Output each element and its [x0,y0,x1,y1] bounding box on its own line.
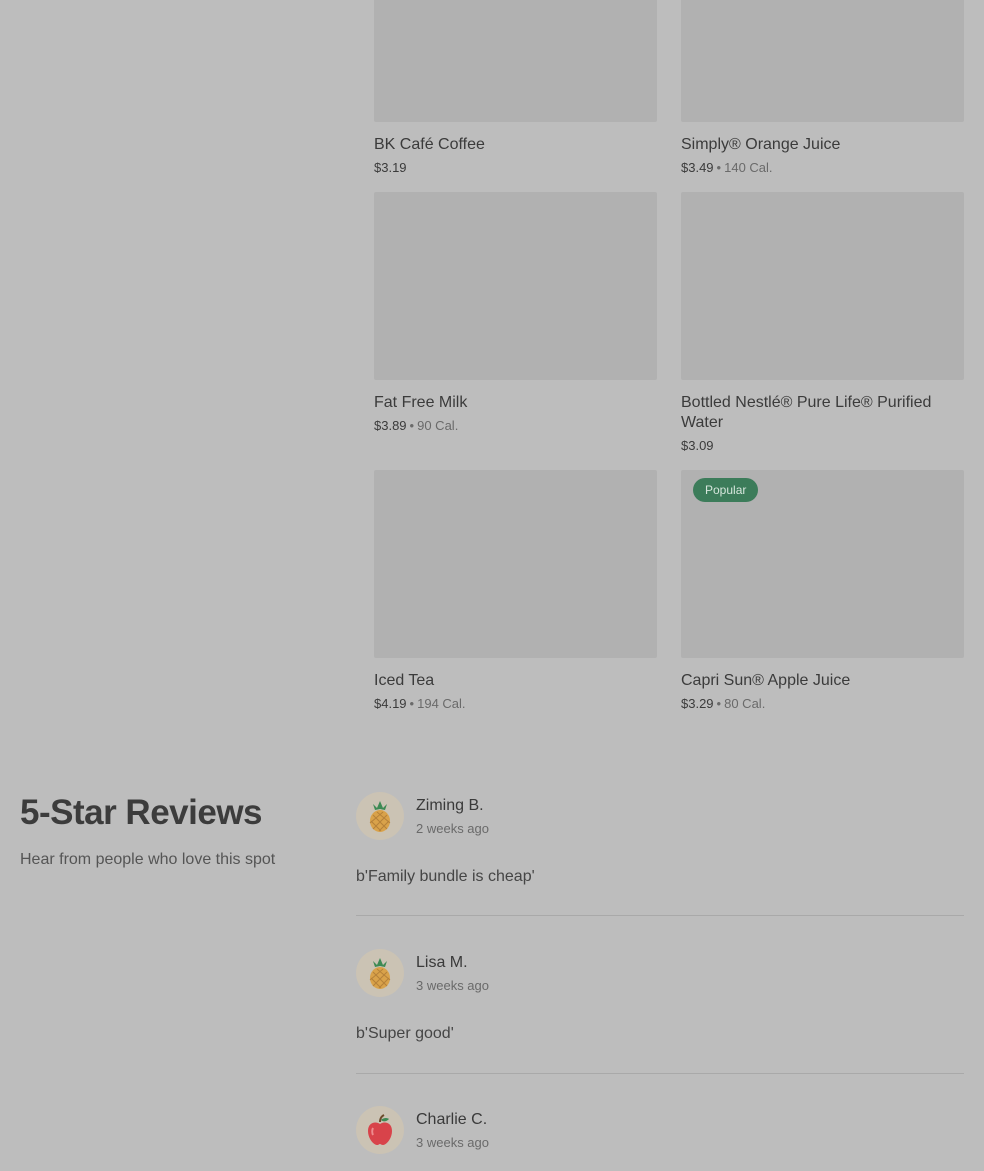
product-price: $4.19 [374,696,407,711]
product-name: Simply® Orange Juice [681,136,841,153]
product-meta: $3.29 • 80 Cal. [681,696,964,712]
apple-icon [368,1114,392,1145]
reviews-subtitle: Hear from people who love this spot [20,851,276,868]
product-image[interactable]: Popular [681,470,964,658]
product-card[interactable]: Simply® Orange Juice $3.49 • 140 Cal. [681,0,964,176]
product-image[interactable] [374,0,657,122]
review-divider [356,915,964,916]
product-meta: $3.89 • 90 Cal. [374,418,657,434]
review-item: Charlie C. 3 weeks ago [356,1106,964,1154]
product-meta: $4.19 • 194 Cal. [374,696,657,712]
product-calories: 80 Cal. [724,696,766,711]
avatar [356,949,404,997]
product-name: Iced Tea [374,672,435,689]
product-name: Bottled Nestlé® Pure Life® Purified Wate… [681,394,932,431]
product-price: $3.49 [681,160,714,175]
pineapple-icon [369,958,391,989]
product-image[interactable] [681,192,964,380]
product-card[interactable]: Fat Free Milk $3.89 • 90 Cal. [374,192,657,434]
review-date: 3 weeks ago [416,1134,489,1150]
product-meta: $3.09 [681,438,964,454]
reviews-header: 5-Star Reviews Hear from people who love… [20,793,320,870]
reviewer-name: Lisa M. [416,953,468,971]
product-meta: $3.49 • 140 Cal. [681,160,964,176]
popular-badge: Popular [693,478,759,502]
meta-separator: • [716,160,722,175]
product-calories: 140 Cal. [724,160,773,175]
product-image[interactable] [374,192,657,380]
reviewer-name: Charlie C. [416,1110,488,1128]
avatar [356,792,404,840]
meta-separator: • [409,696,415,711]
review-text: b'Super good' [356,1025,454,1042]
product-price: $3.29 [681,696,714,711]
product-card[interactable]: Popular Capri Sun® Apple Juice $3.29 • 80 … [681,470,964,712]
review-item: Lisa M. 3 weeks ago b'Super good' [356,949,964,1044]
review-date: 3 weeks ago [416,977,489,993]
meta-separator: • [409,418,415,433]
product-price: $3.19 [374,160,407,175]
product-price: $3.89 [374,418,407,433]
product-card[interactable]: BK Café Coffee $3.19 [374,0,657,176]
review-text: b'Family bundle is cheap' [356,868,535,885]
avatar [356,1106,404,1154]
product-name: BK Café Coffee [374,136,485,153]
page: BK Café Coffee $3.19 Simply® Orange Juic… [0,0,984,1171]
pineapple-icon [369,801,391,832]
product-calories: 194 Cal. [417,696,466,711]
meta-separator: • [716,696,722,711]
product-card[interactable]: Bottled Nestlé® Pure Life® Purified Wate… [681,192,964,454]
product-meta: $3.19 [374,160,657,176]
review-item: Ziming B. 2 weeks ago b'Family bundle is… [356,792,964,887]
product-card[interactable]: Iced Tea $4.19 • 194 Cal. [374,470,657,712]
product-price: $3.09 [681,438,714,453]
reviewer-name: Ziming B. [416,796,484,814]
product-image[interactable] [374,470,657,658]
product-calories: 90 Cal. [417,418,459,433]
review-divider [356,1073,964,1074]
reviews-title: 5-Star Reviews [20,793,263,832]
product-name: Fat Free Milk [374,394,468,411]
product-name: Capri Sun® Apple Juice [681,672,851,689]
product-image[interactable] [681,0,964,122]
review-date: 2 weeks ago [416,820,489,836]
